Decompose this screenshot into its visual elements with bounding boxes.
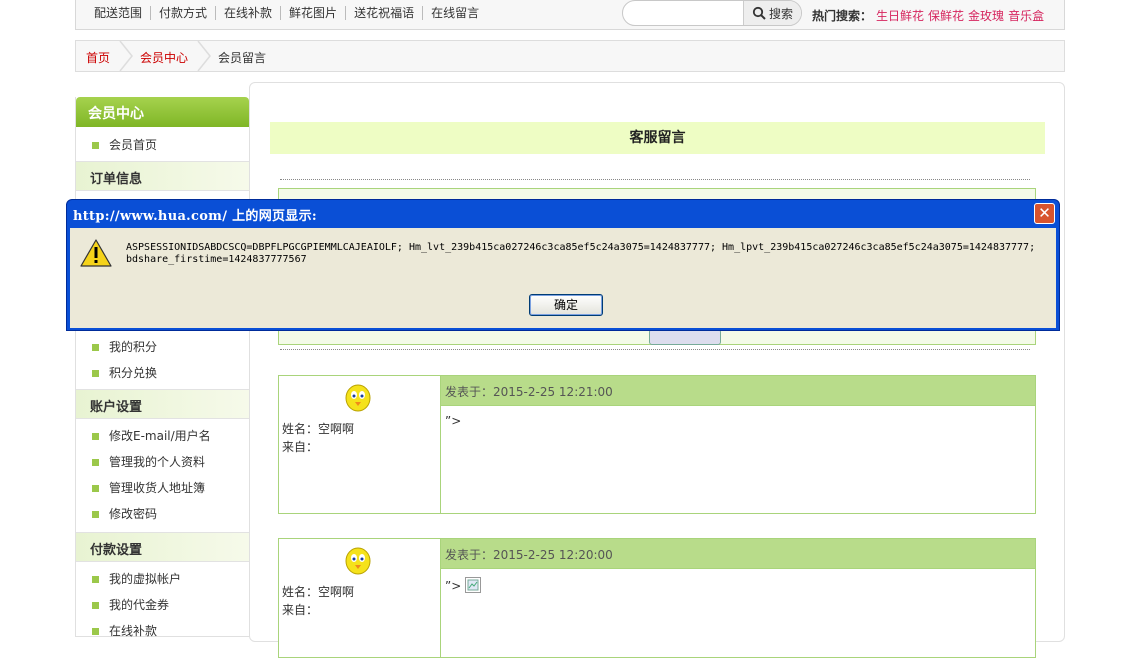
bullet-icon bbox=[92, 576, 99, 583]
sidebar-item-label: 积分兑换 bbox=[109, 366, 158, 380]
hot-search-label: 热门搜索： bbox=[812, 9, 873, 23]
nav-link-online-payment[interactable]: 在线补款 bbox=[216, 6, 282, 20]
author-name: 姓名：空啊啊 bbox=[282, 585, 355, 599]
sidebar-item-label: 修改密码 bbox=[109, 507, 158, 521]
divider bbox=[280, 349, 1030, 350]
sidebar-item-label: 会员首页 bbox=[109, 138, 158, 152]
message-body-text: ”> bbox=[445, 579, 462, 593]
message-body: ”> bbox=[445, 577, 482, 593]
message-author-panel: 姓名：空啊啊 来自： bbox=[279, 539, 441, 657]
author-from: 来自： bbox=[282, 440, 319, 454]
bullet-icon bbox=[92, 628, 99, 635]
sidebar-item-label: 管理我的个人资料 bbox=[109, 455, 206, 469]
search-input[interactable] bbox=[631, 4, 741, 22]
divider bbox=[280, 179, 1030, 180]
broken-image-icon bbox=[465, 577, 482, 593]
avatar-icon bbox=[345, 547, 371, 575]
dialog-body: ASPSESSIONIDSABDCSCQ=DBPFLPGCGPIEMMLCAJE… bbox=[70, 228, 1056, 328]
message-timestamp: 发表于：2015-2-25 12:21:00 bbox=[441, 376, 1035, 406]
breadcrumb-separator-icon bbox=[197, 41, 211, 71]
nav-link-blessings[interactable]: 送花祝福语 bbox=[346, 6, 424, 20]
bullet-icon bbox=[92, 344, 99, 351]
alert-dialog: http://www.hua.com/ 上的网页显示: ✕ ASPSESSION… bbox=[66, 199, 1060, 331]
bullet-icon bbox=[92, 370, 99, 377]
message-card: 姓名：空啊啊 来自： 发表于：2015-2-25 12:21:00 ”> bbox=[278, 375, 1036, 514]
bullet-icon bbox=[92, 485, 99, 492]
search-box: 搜索 bbox=[622, 0, 802, 26]
search-icon bbox=[752, 6, 766, 20]
sidebar-item-label: 我的积分 bbox=[109, 340, 158, 354]
sidebar-item-label: 修改E-mail/用户名 bbox=[109, 429, 211, 443]
sidebar-section-account: 账户设置 bbox=[76, 389, 249, 419]
top-links: 配送范围 付款方式 在线补款 鲜花图片 送花祝福语 在线留言 bbox=[86, 6, 487, 20]
author-info: 姓名：空啊啊 来自： bbox=[282, 583, 354, 619]
sidebar-item-profile[interactable]: 管理我的个人资料 bbox=[76, 448, 249, 474]
page-title: 客服留言 bbox=[270, 122, 1045, 154]
breadcrumb-member-center[interactable]: 会员中心 bbox=[140, 49, 188, 66]
sidebar-item-address-book[interactable]: 管理收货人地址簿 bbox=[76, 474, 249, 500]
dialog-title: http://www.hua.com/ 上的网页显示: bbox=[73, 209, 318, 224]
main-panel: 客服留言 姓名：空啊啊 来自： 发表于：2015-2-25 12:21:00 ”… bbox=[249, 82, 1065, 658]
sidebar-section-orders: 订单信息 bbox=[76, 161, 249, 191]
author-info: 姓名：空啊啊 来自： bbox=[282, 420, 354, 456]
sidebar-item-label: 我的虚拟帐户 bbox=[109, 572, 182, 586]
sidebar-title: 会员中心 bbox=[76, 97, 249, 127]
hot-search: 热门搜索： 生日鲜花 保鲜花 金玫瑰 音乐盒 bbox=[812, 7, 1044, 24]
nav-link-delivery[interactable]: 配送范围 bbox=[86, 6, 152, 20]
bullet-icon bbox=[92, 602, 99, 609]
sidebar-item-label: 管理收货人地址簿 bbox=[109, 481, 206, 495]
breadcrumb: 首页 会员中心 会员留言 bbox=[75, 40, 1065, 72]
sidebar-item-vouchers[interactable]: 我的代金券 bbox=[76, 591, 249, 617]
dialog-message: ASPSESSIONIDSABDCSCQ=DBPFLPGCGPIEMMLCAJE… bbox=[126, 242, 1036, 265]
breadcrumb-home[interactable]: 首页 bbox=[86, 49, 110, 66]
close-icon[interactable]: ✕ bbox=[1034, 203, 1055, 224]
search-button[interactable]: 搜索 bbox=[743, 1, 801, 25]
nav-link-payment[interactable]: 付款方式 bbox=[151, 6, 217, 20]
bullet-icon bbox=[92, 433, 99, 440]
breadcrumb-current: 会员留言 bbox=[218, 51, 267, 65]
hot-keyword[interactable]: 保鲜花 bbox=[928, 9, 964, 23]
search-button-label: 搜索 bbox=[768, 6, 793, 21]
message-author-panel: 姓名：空啊啊 来自： bbox=[279, 376, 441, 513]
bullet-icon bbox=[92, 142, 99, 149]
submit-button[interactable] bbox=[649, 329, 721, 345]
message-body: ”> bbox=[445, 414, 462, 428]
sidebar-item-change-email[interactable]: 修改E-mail/用户名 bbox=[76, 422, 249, 448]
bullet-icon bbox=[92, 511, 99, 518]
hot-keyword[interactable]: 生日鲜花 bbox=[876, 9, 924, 23]
top-navigation: 配送范围 付款方式 在线补款 鲜花图片 送花祝福语 在线留言 搜索 热门搜索： 生日鲜花 保鲜… bbox=[75, 0, 1065, 30]
sidebar-item-label: 在线补款 bbox=[109, 624, 158, 638]
avatar-icon bbox=[345, 384, 371, 412]
sidebar-item-member-home[interactable]: 会员首页 bbox=[76, 127, 249, 161]
sidebar-item-online-payment[interactable]: 在线补款 bbox=[76, 617, 249, 643]
ok-button[interactable]: 确定 bbox=[529, 294, 603, 316]
hot-keyword[interactable]: 音乐盒 bbox=[1008, 9, 1044, 23]
message-card: 姓名：空啊啊 来自： 发表于：2015-2-25 12:20:00 ”> bbox=[278, 538, 1036, 658]
bullet-icon bbox=[92, 459, 99, 466]
sidebar-item-my-points[interactable]: 我的积分 bbox=[76, 333, 249, 359]
author-name: 姓名：空啊啊 bbox=[282, 422, 355, 436]
sidebar: 会员中心 会员首页 订单信息 我的积分 积分兑换 账户设置 修改E-mail/用… bbox=[75, 97, 250, 638]
sidebar-item-change-password[interactable]: 修改密码 bbox=[76, 500, 249, 526]
sidebar-item-virtual-account[interactable]: 我的虚拟帐户 bbox=[76, 565, 249, 591]
author-from: 来自： bbox=[282, 603, 319, 617]
nav-link-guestbook[interactable]: 在线留言 bbox=[423, 6, 487, 20]
sidebar-item-label: 我的代金券 bbox=[109, 598, 170, 612]
message-timestamp: 发表于：2015-2-25 12:20:00 bbox=[441, 539, 1035, 569]
sidebar-item-redeem-points[interactable]: 积分兑换 bbox=[76, 359, 249, 385]
breadcrumb-separator-icon bbox=[119, 41, 133, 71]
hot-keyword[interactable]: 金玫瑰 bbox=[968, 9, 1004, 23]
nav-link-flower-pictures[interactable]: 鲜花图片 bbox=[281, 6, 347, 20]
warning-icon bbox=[80, 239, 112, 267]
sidebar-section-payment: 付款设置 bbox=[76, 532, 249, 562]
